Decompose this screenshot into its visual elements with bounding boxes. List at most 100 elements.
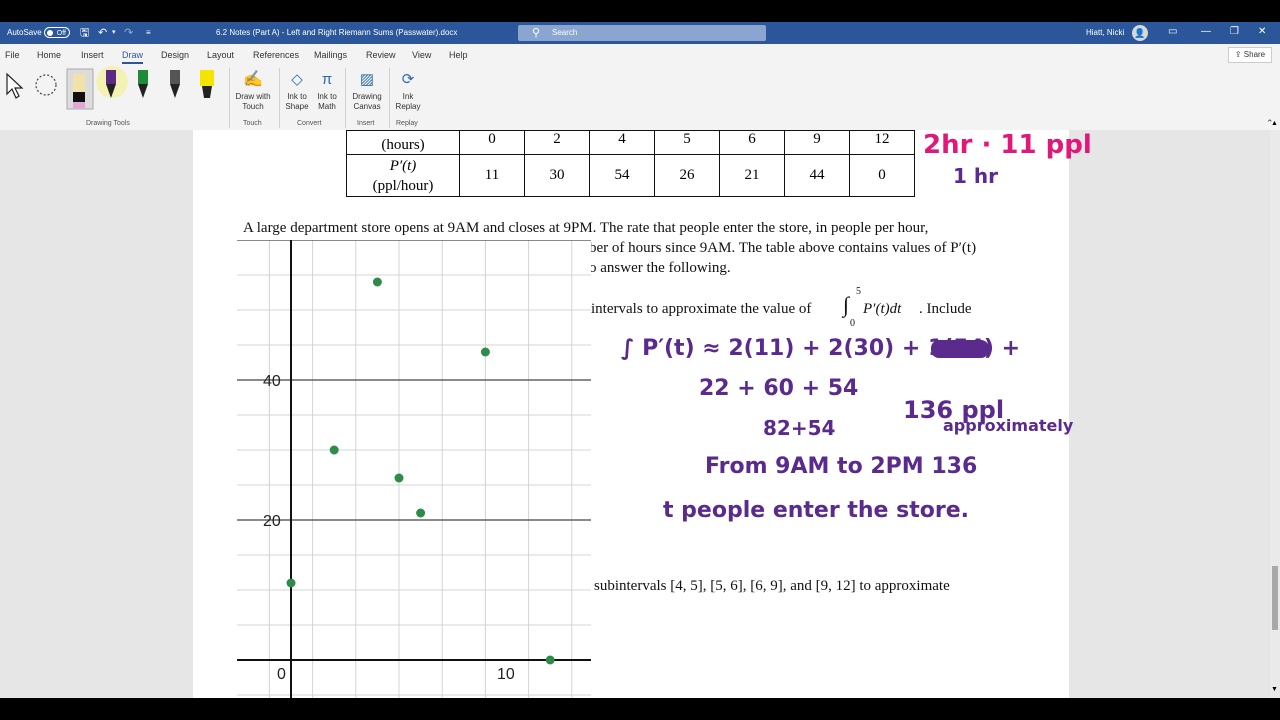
group-touch: Touch	[243, 120, 262, 127]
save-icon[interactable]: 🖫	[80, 26, 89, 40]
share-button[interactable]: ⇪ Share	[1228, 47, 1272, 63]
tab-help[interactable]: Help	[449, 50, 468, 60]
table-cell: 9	[784, 130, 850, 155]
ink-replay-button[interactable]: ⟳ Ink Replay	[393, 68, 423, 112]
data-point	[394, 473, 404, 483]
select-tool-icon[interactable]	[4, 72, 26, 100]
tab-view[interactable]: View	[412, 50, 431, 60]
scrollbar-thumb[interactable]	[1272, 566, 1278, 630]
table-cell: 44	[784, 154, 850, 197]
integral-sign: ∫	[843, 292, 850, 317]
table-cell: 2	[524, 130, 590, 155]
vertical-scrollbar[interactable]: ▲ ▼	[1270, 120, 1280, 698]
ribbon: Drawing Tools ✍ Draw with Touch Touch ◇ …	[0, 64, 1280, 131]
data-point	[416, 508, 426, 518]
customize-toolbar-icon[interactable]: ≡	[146, 26, 151, 40]
ribbon-tabs: File Home Insert Draw Design Layout Refe…	[0, 44, 1280, 64]
y-tick-label: 40	[263, 373, 281, 390]
table-cell: 6	[719, 130, 785, 155]
canvas-icon: ▨	[359, 71, 375, 88]
tab-insert[interactable]: Insert	[81, 50, 104, 60]
chart-tick-labels: 0 10 20 40	[263, 373, 515, 683]
tab-file[interactable]: File	[5, 50, 20, 60]
search-box[interactable]: ⚲ Search	[518, 25, 766, 41]
drawing-canvas-button[interactable]: ▨ Drawing Canvas	[349, 68, 385, 112]
tab-home[interactable]: Home	[37, 50, 61, 60]
document-area: (hours) 0 2 4 5 6 9 12 P′(t) (ppl/hour) …	[0, 130, 1280, 698]
table-cell: 5	[654, 130, 720, 155]
search-placeholder: Search	[552, 28, 578, 37]
table-cell: 21	[719, 154, 785, 197]
document-page[interactable]: (hours) 0 2 4 5 6 9 12 P′(t) (ppl/hour) …	[193, 130, 1092, 698]
ribbon-display-options-icon[interactable]: ▭	[1168, 26, 1177, 37]
math-icon: π	[321, 71, 333, 88]
x-tick-label: 0	[277, 666, 286, 683]
ribbon-separator	[345, 68, 346, 128]
restore-icon[interactable]: ❐	[1230, 26, 1239, 37]
draw-with-touch-button[interactable]: ✍ Draw with Touch	[233, 68, 273, 112]
table-cell: 30	[524, 154, 590, 197]
group-replay: Replay	[396, 120, 418, 127]
shapes-icon: ◇	[291, 71, 303, 88]
pen-purple-icon[interactable]	[103, 70, 119, 102]
lasso-select-icon[interactable]	[32, 72, 60, 100]
user-name[interactable]: Hiatt, Nicki	[1086, 28, 1124, 37]
scroll-up-icon[interactable]: ▲	[1271, 120, 1278, 127]
document-title[interactable]: 6.2 Notes (Part A) - Left and Right Riem…	[216, 28, 457, 37]
eraser-icon[interactable]	[66, 68, 94, 110]
table-cell: 12	[849, 130, 915, 155]
integral-lower-limit: 0	[850, 318, 855, 329]
scroll-down-icon[interactable]: ▼	[1271, 686, 1278, 693]
handwritten-answer-line1: From 9AM to 2PM 136	[705, 454, 978, 479]
pencil-gray-icon[interactable]	[167, 70, 183, 102]
replay-icon: ⟳	[401, 71, 415, 88]
ribbon-separator	[279, 68, 280, 128]
rate-unit: (ppl/hour)	[372, 177, 434, 194]
draw-with-touch-label: Draw with Touch	[235, 92, 271, 111]
data-point	[545, 655, 555, 665]
handwritten-approx-note: approximately	[943, 416, 1074, 435]
autosave-toggle[interactable]: Off	[44, 27, 70, 38]
table-cell: 54	[589, 154, 655, 197]
x-tick-label: 10	[497, 666, 515, 683]
autosave-label: AutoSave	[7, 28, 42, 37]
group-drawing-tools: Drawing Tools	[86, 120, 130, 127]
ink-replay-label: Ink Replay	[395, 92, 421, 111]
redo-icon[interactable]: ↷	[124, 26, 133, 40]
ink-to-math-button[interactable]: π Ink to Math	[313, 68, 341, 112]
share-label: Share	[1243, 50, 1266, 59]
rate-table: (hours) 0 2 4 5 6 9 12 P′(t) (ppl/hour) …	[346, 130, 915, 197]
pen-green-icon[interactable]	[135, 70, 151, 102]
integrand: P′(t)dt	[863, 301, 902, 317]
tab-draw[interactable]: Draw	[122, 50, 144, 64]
undo-icon[interactable]: ↶	[98, 26, 107, 40]
minimize-icon[interactable]: —	[1201, 26, 1211, 37]
ribbon-separator	[389, 68, 390, 128]
group-insert: Insert	[357, 120, 375, 127]
avatar[interactable]: 👤	[1132, 25, 1148, 41]
title-bar: AutoSave Off 🖫 ↶ ▾ ↷ ≡ 6.2 Notes (Part A…	[0, 22, 1280, 44]
tab-review[interactable]: Review	[366, 50, 396, 60]
scribbled-out-term	[931, 340, 989, 358]
scatter-chart: 0 10 20 40	[237, 240, 591, 698]
tab-mailings[interactable]: Mailings	[314, 50, 347, 60]
ribbon-separator	[229, 68, 230, 128]
highlighter-yellow-icon[interactable]	[199, 70, 215, 102]
problem-statement-line1: A large department store opens at 9AM an…	[243, 220, 929, 236]
group-convert: Convert	[297, 120, 322, 127]
bottom-bar	[0, 698, 1280, 720]
search-icon: ⚲	[532, 27, 541, 39]
undo-dropdown-icon[interactable]: ▾	[112, 26, 116, 40]
table-row: P′(t) (ppl/hour) 11 30 54 26 21 44 0	[346, 154, 915, 197]
ink-to-shape-button[interactable]: ◇ Ink to Shape	[283, 68, 311, 112]
tab-layout[interactable]: Layout	[207, 50, 234, 60]
tab-references[interactable]: References	[253, 50, 299, 60]
close-icon[interactable]: ✕	[1258, 26, 1266, 37]
y-tick-label: 20	[263, 513, 281, 530]
question2-text: subintervals [4, 5], [5, 6], [6, 9], and…	[594, 578, 950, 594]
ink-to-shape-label: Ink to Shape	[285, 92, 309, 111]
tab-design[interactable]: Design	[161, 50, 189, 60]
data-point	[372, 277, 382, 287]
table-cell: 0	[849, 154, 915, 197]
question1-suffix: . Include	[919, 301, 972, 317]
